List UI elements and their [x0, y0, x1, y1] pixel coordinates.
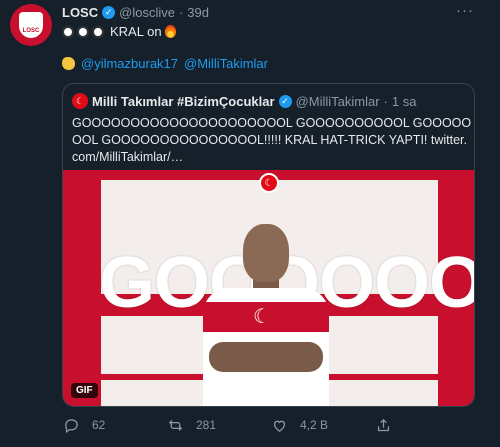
separator: · [383, 93, 388, 109]
mention-link[interactable]: @yilmazburak17 [81, 56, 178, 71]
reply-count: 62 [92, 418, 106, 432]
quoted-author-name[interactable]: Milli Takımlar #BizimÇocuklar [92, 94, 275, 109]
player-image: ☾ [203, 224, 329, 406]
like-count: 4,2 B [300, 418, 329, 432]
soccer-ball-icon [92, 25, 104, 38]
retweet-icon [166, 416, 184, 434]
logo-text: LOSC [22, 28, 40, 34]
heart-icon [270, 416, 288, 434]
author-name[interactable]: LOSC [62, 5, 98, 20]
share-button[interactable] [374, 416, 404, 434]
reply-button[interactable]: 62 [62, 416, 166, 434]
author-handle[interactable]: @losclive [119, 5, 175, 20]
turkey-flag-icon: ☾ [259, 173, 279, 193]
share-icon [374, 416, 392, 434]
action-bar: 62 281 4,2 B [62, 416, 482, 434]
tweet[interactable]: LOSC LOSC ✓ @losclive · 39d ··· KRAL on … [0, 0, 500, 447]
tweet-header: LOSC ✓ @losclive · 39d [62, 5, 209, 20]
mention-link[interactable]: @MilliTakimlar [184, 56, 268, 71]
gif-media[interactable]: ☾ GOOOOOOOL ☾ GIF ✓ [63, 170, 474, 406]
nike-logo-icon: ✓ [449, 383, 460, 397]
timestamp[interactable]: 39d [187, 5, 209, 20]
more-options-icon[interactable]: ··· [456, 2, 474, 19]
losc-logo: LOSC [19, 12, 43, 38]
tweet-mentions: @yilmazburak17 @MilliTakimlar [62, 56, 268, 71]
quoted-tweet-text: GOOOOOOOOOOOOOOOOOOOOOL GOOOOOOOOOOL GOO… [72, 116, 472, 164]
turkey-flag-avatar[interactable]: ☾ [72, 93, 88, 109]
quoted-tweet[interactable]: ☾ Milli Takımlar #BizimÇocuklar ✓ @Milli… [62, 83, 475, 407]
like-button[interactable]: 4,2 B [270, 416, 374, 434]
quoted-timestamp[interactable]: 1 sa [392, 94, 417, 109]
separator: · [178, 5, 184, 20]
quoted-author-handle[interactable]: @MilliTakimlar [296, 94, 380, 109]
verified-icon: ✓ [278, 94, 292, 108]
soccer-ball-icon [62, 25, 74, 38]
soccer-ball-icon [77, 25, 89, 38]
tweet-text-main: KRAL on [110, 24, 162, 39]
fire-icon [164, 25, 176, 38]
retweet-count: 281 [196, 418, 217, 432]
clapping-hands-icon [62, 57, 75, 70]
reply-icon [62, 416, 80, 434]
avatar[interactable]: LOSC [10, 4, 52, 46]
retweet-button[interactable]: 281 [166, 416, 270, 434]
tweet-text: KRAL on [62, 24, 176, 39]
verified-icon: ✓ [102, 6, 116, 19]
quoted-tweet-header: ☾ Milli Takımlar #BizimÇocuklar ✓ @Milli… [72, 93, 416, 109]
gif-badge: GIF [71, 383, 98, 398]
